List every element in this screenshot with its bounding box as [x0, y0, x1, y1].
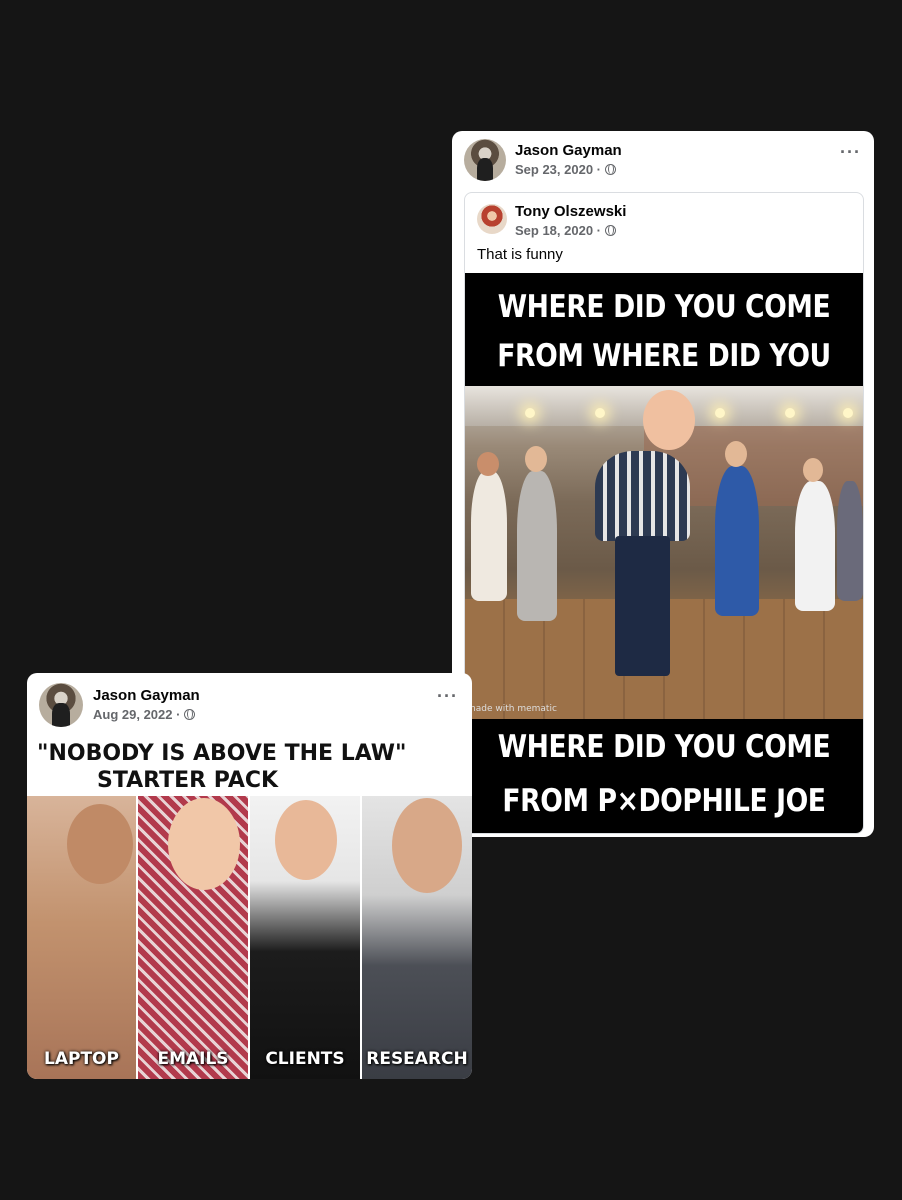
dancer [795, 481, 835, 611]
panel-label: EMAILS [157, 1049, 229, 1069]
starter-pack-title-1: "NOBODY IS ABOVE THE LAW" [37, 741, 407, 766]
post-date[interactable]: Aug 29, 2022 · [93, 707, 196, 722]
shared-author-name[interactable]: Tony Olszewski [515, 203, 626, 220]
panel-face [275, 800, 337, 880]
shared-author-avatar[interactable] [477, 204, 507, 234]
starter-pack-collage[interactable]: LAPTOP EMAILS CLIENTS RESEARCH [27, 796, 472, 1079]
post-caption: That is funny [477, 246, 563, 263]
panel-face [392, 798, 462, 893]
panel-clients: CLIENTS [250, 796, 360, 1079]
ceiling-light [595, 408, 605, 418]
post-date[interactable]: Sep 23, 2020 · [515, 162, 616, 177]
ceiling-light [843, 408, 853, 418]
panel-laptop: LAPTOP [27, 796, 136, 1079]
panel-emails: EMAILS [138, 796, 248, 1079]
meme-image[interactable]: WHERE DID YOU COME FROM WHERE DID YOU GO [465, 273, 863, 833]
more-options-icon[interactable]: ··· [840, 143, 861, 161]
shared-post[interactable]: Tony Olszewski Sep 18, 2020 · That is fu… [464, 192, 864, 834]
meme-bottom-line-2: FROM P⨯DOPHILE JOE [502, 783, 826, 819]
dancer [517, 471, 557, 621]
meme-photo [465, 386, 863, 719]
dancer-center-legs [615, 536, 670, 676]
dancer-center-head [643, 390, 695, 450]
globe-icon [605, 225, 616, 236]
panel-label: CLIENTS [265, 1049, 345, 1069]
panel-label: LAPTOP [44, 1049, 119, 1069]
more-options-icon[interactable]: ··· [437, 687, 458, 705]
globe-icon [605, 164, 616, 175]
post-card-right: Jason Gayman Sep 23, 2020 · ··· Tony Ols… [452, 131, 874, 837]
starter-pack-title-2: STARTER PACK [97, 768, 279, 793]
author-avatar[interactable] [39, 683, 83, 727]
shared-post-date[interactable]: Sep 18, 2020 · [515, 223, 616, 238]
dancer [837, 481, 863, 601]
dancer-head [525, 446, 547, 472]
dancer-center [595, 451, 690, 541]
ceiling-light [525, 408, 535, 418]
shared-date-text: Sep 18, 2020 · [515, 223, 601, 238]
meme-top-line-1: WHERE DID YOU COME [497, 289, 831, 325]
author-name[interactable]: Jason Gayman [93, 687, 200, 704]
meme-bottom-line-1: WHERE DID YOU COME [497, 729, 831, 765]
ceiling-light [715, 408, 725, 418]
dancer-head [803, 458, 823, 482]
ceiling-light [785, 408, 795, 418]
dancer [471, 471, 507, 601]
author-name[interactable]: Jason Gayman [515, 142, 622, 159]
date-text: Aug 29, 2022 · [93, 707, 181, 722]
panel-face [67, 804, 133, 884]
dancer-head [477, 452, 499, 476]
author-avatar[interactable] [464, 139, 506, 181]
panel-label: RESEARCH [366, 1049, 468, 1069]
date-text: Sep 23, 2020 · [515, 162, 601, 177]
dancer-head [725, 441, 747, 467]
globe-icon [184, 709, 196, 720]
meme-watermark: made with mematic [467, 704, 557, 714]
panel-face [168, 798, 240, 890]
post-card-left: Jason Gayman Aug 29, 2022 · ··· "NOBODY … [27, 673, 472, 1079]
dancer [715, 466, 759, 616]
panel-research: RESEARCH [362, 796, 472, 1079]
